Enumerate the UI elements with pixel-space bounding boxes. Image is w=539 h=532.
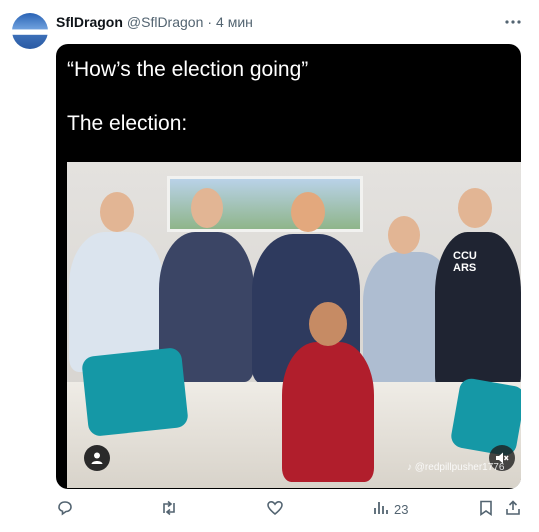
timestamp[interactable]: 4 мин	[216, 14, 253, 30]
person-seated	[282, 342, 374, 482]
reply-icon	[56, 499, 74, 520]
head-4	[388, 216, 420, 254]
head-3	[291, 192, 325, 232]
avatar[interactable]	[12, 13, 48, 49]
bookmark-icon	[477, 499, 495, 520]
video-frame: CCU ARS ♪ @redpillpusher1776	[67, 162, 521, 488]
views-chart-icon	[372, 499, 390, 520]
retweet-icon	[160, 499, 178, 520]
action-bar: 23	[56, 496, 526, 522]
media-video[interactable]: “How’s the election going” The election:…	[56, 44, 521, 489]
head-1	[100, 192, 134, 232]
pillow-left	[81, 346, 189, 438]
pillow-right	[449, 376, 521, 458]
handle[interactable]: @SflDragon	[127, 14, 203, 30]
separator: ·	[207, 14, 213, 30]
views-button[interactable]: 23	[372, 496, 408, 522]
heart-icon	[266, 499, 284, 520]
reply-button[interactable]	[56, 496, 74, 522]
tweet-header: SflDragon @SflDragon · 4 мин	[56, 12, 253, 32]
tweet: SflDragon @SflDragon · 4 мин “How’s the …	[0, 0, 539, 532]
bookmark-button[interactable]	[477, 496, 495, 522]
tagged-users-icon[interactable]	[84, 445, 110, 471]
like-button[interactable]	[266, 496, 284, 522]
share-button[interactable]	[504, 496, 522, 522]
head-5	[458, 188, 492, 228]
shirt-print: CCU ARS	[453, 250, 477, 274]
display-name[interactable]: SflDragon	[56, 14, 123, 30]
tiktok-watermark: ♪ @redpillpusher1776	[407, 462, 505, 473]
head-seated	[309, 302, 347, 346]
head-2	[191, 188, 223, 228]
views-count: 23	[394, 501, 409, 517]
share-icon	[504, 499, 522, 520]
caption-line-1: “How’s the election going”	[67, 58, 309, 81]
retweet-button[interactable]	[160, 496, 178, 522]
more-horizontal-icon[interactable]	[503, 12, 523, 32]
caption-line-2: The election:	[67, 112, 188, 135]
